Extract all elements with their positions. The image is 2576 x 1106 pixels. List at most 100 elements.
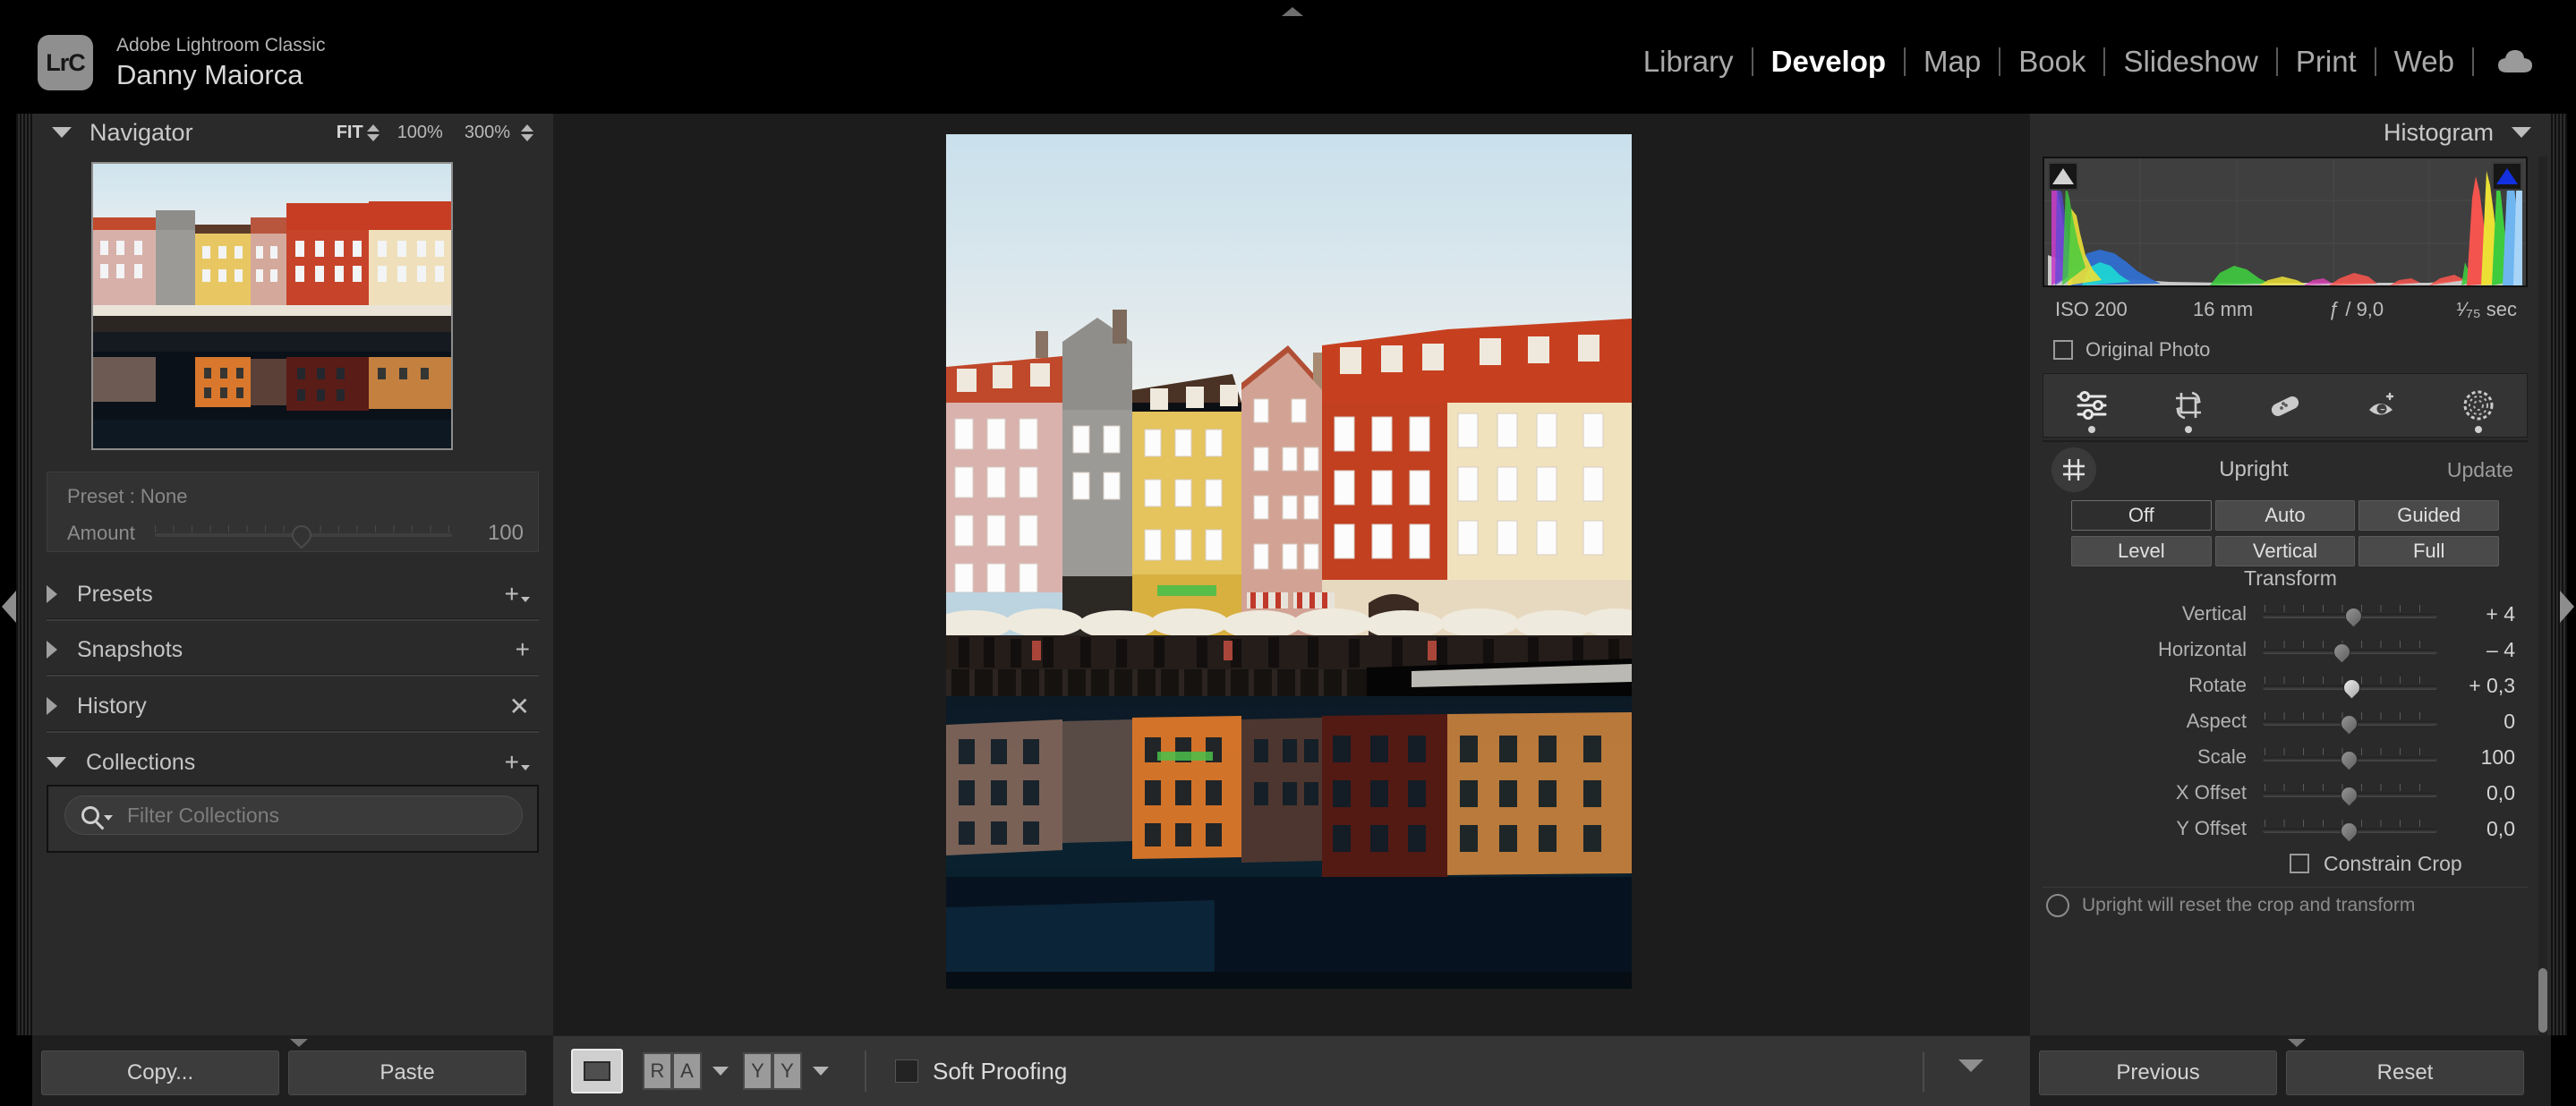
color-label-group[interactable]: Y Y xyxy=(743,1049,829,1093)
right-panel-collapse-arrow[interactable] xyxy=(2560,591,2574,623)
rating-r-button[interactable]: R xyxy=(643,1052,672,1090)
slider-scale: Scale 100 xyxy=(2030,740,2551,774)
crop-overlay-icon[interactable] xyxy=(2160,380,2217,433)
slider-track-y-offset[interactable] xyxy=(2263,818,2438,843)
amount-value[interactable]: 100 xyxy=(465,521,524,546)
upright-guided-button[interactable]: Guided xyxy=(2358,500,2500,531)
right-panel-scrollbar-thumb[interactable] xyxy=(2538,968,2547,1033)
zoom-300-button[interactable]: 300% xyxy=(454,123,521,143)
upright-update-button[interactable]: Update xyxy=(2447,458,2513,482)
navigator-disclosure-icon[interactable] xyxy=(52,127,72,138)
soft-proofing-toggle[interactable]: Soft Proofing xyxy=(895,1049,1067,1093)
histogram-graph[interactable] xyxy=(2043,157,2528,287)
zoom-100-button[interactable]: 100% xyxy=(387,123,454,143)
slider-value-vertical[interactable]: + 4 xyxy=(2437,602,2531,626)
histogram-disclosure-icon[interactable] xyxy=(2512,127,2531,138)
module-web[interactable]: Web xyxy=(2376,45,2472,79)
toolbar-options-chevron-down-icon[interactable] xyxy=(1958,1059,1983,1072)
upright-vertical-button[interactable]: Vertical xyxy=(2214,536,2356,566)
clear-history-x-icon[interactable]: ✕ xyxy=(509,692,530,721)
snapshots-disclosure-icon[interactable] xyxy=(47,641,57,659)
reset-button[interactable]: Reset xyxy=(2286,1051,2524,1095)
slider-track-rotate[interactable] xyxy=(2263,675,2438,700)
left-footer-collapse-handle[interactable] xyxy=(290,1039,308,1047)
amount-slider[interactable] xyxy=(155,521,452,549)
basic-adjustments-icon[interactable] xyxy=(2063,380,2120,433)
previous-button[interactable]: Previous xyxy=(2039,1051,2277,1095)
sidebar-item-snapshots[interactable]: Snapshots + xyxy=(47,624,539,676)
filter-collections-input[interactable]: Filter Collections xyxy=(64,795,523,835)
top-panel-collapse-handle[interactable] xyxy=(1282,7,1303,16)
original-photo-checkbox[interactable] xyxy=(2053,340,2073,360)
slider-label-rotate: Rotate xyxy=(2188,674,2247,696)
shadow-clipping-indicator[interactable] xyxy=(2048,162,2078,191)
red-eye-correction-icon[interactable] xyxy=(2353,380,2410,430)
module-picker: Library Develop Map Book Slideshow Print… xyxy=(1625,45,2555,79)
module-book[interactable]: Book xyxy=(2000,45,2103,79)
flag-filter-group[interactable]: R A xyxy=(643,1049,729,1093)
navigator-header[interactable]: Navigator FIT 100% 300% xyxy=(32,114,553,151)
highlight-clipping-indicator[interactable] xyxy=(2492,162,2522,191)
zoom-fit-stepper-icon[interactable] xyxy=(366,123,380,141)
masking-icon[interactable] xyxy=(2450,380,2507,433)
slider-value-horizontal[interactable]: – 4 xyxy=(2437,638,2531,662)
chevron-down-icon[interactable] xyxy=(104,815,113,821)
slider-value-rotate[interactable]: + 0,3 xyxy=(2437,674,2531,698)
navigator-thumbnail[interactable] xyxy=(91,162,453,450)
module-develop[interactable]: Develop xyxy=(1753,45,1904,79)
constrain-crop-checkbox[interactable] xyxy=(2290,854,2309,873)
color-label-y1-button[interactable]: Y xyxy=(743,1052,772,1090)
left-panel-collapse-arrow[interactable] xyxy=(2,591,16,623)
slider-track-scale[interactable] xyxy=(2263,746,2438,771)
slider-value-y-offset[interactable]: 0,0 xyxy=(2437,817,2531,841)
upright-modes-row-1: Off Auto Guided xyxy=(2071,500,2500,531)
upright-grid-icon[interactable] xyxy=(2051,447,2096,492)
paste-settings-button[interactable]: Paste xyxy=(288,1051,526,1095)
slider-value-scale[interactable]: 100 xyxy=(2437,745,2531,770)
zoom-level-stepper-icon[interactable] xyxy=(521,123,533,141)
right-panel-grip[interactable] xyxy=(2551,114,2567,1035)
color-label-y2-button[interactable]: Y xyxy=(772,1052,802,1090)
rating-a-button[interactable]: A xyxy=(672,1052,702,1090)
healing-brush-icon[interactable] xyxy=(2256,380,2314,430)
constrain-crop-label: Constrain Crop xyxy=(2324,851,2462,875)
histogram-header[interactable]: Histogram xyxy=(2384,114,2531,151)
add-preset-icon[interactable]: + xyxy=(505,580,530,608)
slider-value-aspect[interactable]: 0 xyxy=(2437,710,2531,734)
cloud-sync-icon[interactable] xyxy=(2474,48,2555,75)
right-panel-scrollbar-track[interactable] xyxy=(2538,157,2547,1087)
upright-auto-button[interactable]: Auto xyxy=(2214,500,2356,531)
copy-settings-button[interactable]: Copy... xyxy=(41,1051,279,1095)
module-map[interactable]: Map xyxy=(1906,45,1999,79)
history-disclosure-icon[interactable] xyxy=(47,697,57,715)
sidebar-item-collections[interactable]: Collections + xyxy=(47,736,539,788)
original-photo-toggle[interactable]: Original Photo xyxy=(2043,334,2528,366)
loupe-view-icon[interactable] xyxy=(571,1049,623,1093)
module-library[interactable]: Library xyxy=(1625,45,1752,79)
slider-track-vertical[interactable] xyxy=(2263,603,2438,628)
upright-off-button[interactable]: Off xyxy=(2071,500,2212,531)
add-snapshot-icon[interactable]: + xyxy=(516,635,530,664)
main-photo[interactable] xyxy=(946,134,1632,989)
module-slideshow[interactable]: Slideshow xyxy=(2105,45,2275,79)
slider-value-x-offset[interactable]: 0,0 xyxy=(2437,781,2531,805)
soft-proofing-checkbox[interactable] xyxy=(895,1059,918,1083)
left-panel-grip[interactable] xyxy=(16,114,32,1035)
slider-track-aspect[interactable] xyxy=(2263,710,2438,736)
right-footer-collapse-handle[interactable] xyxy=(2288,1039,2306,1047)
flag-filter-chevron-down-icon[interactable] xyxy=(712,1067,729,1076)
sidebar-item-presets[interactable]: Presets + xyxy=(47,568,539,620)
sidebar-item-history[interactable]: History ✕ xyxy=(47,680,539,732)
slider-track-x-offset[interactable] xyxy=(2263,782,2438,807)
presets-disclosure-icon[interactable] xyxy=(47,585,57,603)
collections-disclosure-icon[interactable] xyxy=(47,757,66,768)
color-label-chevron-down-icon[interactable] xyxy=(813,1067,829,1076)
upright-level-button[interactable]: Level xyxy=(2071,536,2212,566)
slider-track-horizontal[interactable] xyxy=(2263,639,2438,664)
upright-full-button[interactable]: Full xyxy=(2358,536,2500,566)
constrain-crop-toggle[interactable]: Constrain Crop xyxy=(2030,847,2551,880)
zoom-fit-button[interactable]: FIT xyxy=(326,123,367,143)
module-print[interactable]: Print xyxy=(2278,45,2375,79)
add-collection-icon[interactable]: + xyxy=(505,748,530,777)
collections-label: Collections xyxy=(86,749,196,775)
